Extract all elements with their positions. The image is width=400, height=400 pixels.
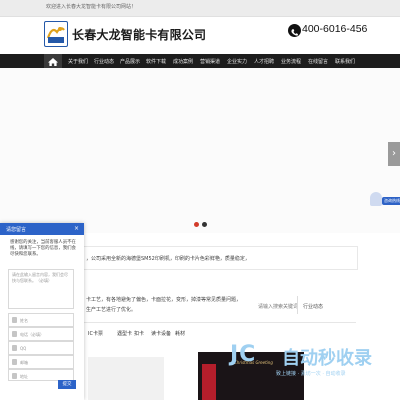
phone-icon xyxy=(12,331,17,337)
nav-item-channels[interactable]: 营销渠道 xyxy=(200,58,220,65)
qq-field[interactable]: QQ xyxy=(8,341,74,355)
trends-link[interactable]: 行业动态 xyxy=(303,303,323,310)
user-icon xyxy=(12,317,17,323)
tag-item[interactable]: 耗材 xyxy=(175,330,185,337)
nav-item-message[interactable]: 在线留言 xyxy=(308,58,328,65)
email-field[interactable]: 邮箱 xyxy=(8,355,74,369)
phone-field-placeholder: 电话（必填） xyxy=(20,332,44,337)
consult-label: 咨询热线 xyxy=(382,197,400,205)
site-header: 长春大龙智能卡有限公司 400-6016-456 xyxy=(0,17,400,53)
process-text: 卡工艺，有各地避免了偏色，卡面拉花，变形，掉漆等常见质量问题， xyxy=(86,297,242,303)
nav-item-process[interactable]: 业务流程 xyxy=(281,58,301,65)
phone-icon xyxy=(288,24,301,37)
submit-button[interactable]: 提交 xyxy=(58,380,76,389)
process-text-2: 生产工艺进行了优化。 xyxy=(86,307,137,313)
message-widget-header[interactable]: 请您留言 × xyxy=(0,223,84,235)
tag-item[interactable]: 扣卡 xyxy=(134,330,144,337)
nav-item-cases[interactable]: 成功案例 xyxy=(173,58,193,65)
nav-item-strength[interactable]: 企业实力 xyxy=(227,58,247,65)
nav-item-about[interactable]: 关于我们 xyxy=(68,58,88,65)
message-textarea[interactable]: 请在此输入留言内容，我们会尽快与您联系。（必填） xyxy=(8,269,74,309)
divider xyxy=(60,322,356,323)
close-icon[interactable]: × xyxy=(74,225,79,232)
message-widget-title: 请您留言 xyxy=(6,227,27,233)
welcome-text: 欢迎进入长春大龙智能卡有限公司网站！ xyxy=(46,4,137,10)
agent-avatar xyxy=(370,192,382,206)
hotline-consult-button[interactable]: 咨询热线 xyxy=(368,190,400,212)
product-image[interactable] xyxy=(88,357,164,400)
logo-emblem-icon xyxy=(46,27,65,43)
email-field-placeholder: 邮箱 xyxy=(20,360,28,365)
name-field[interactable]: 姓名 xyxy=(8,313,74,327)
phone-field[interactable]: 电话（必填） xyxy=(8,327,74,341)
welcome-bar: 欢迎进入长春大龙智能卡有限公司网站！ xyxy=(0,0,400,17)
nav-item-news[interactable]: 行业动态 xyxy=(94,58,114,65)
watermark-logo: JC xyxy=(230,342,257,367)
company-logo[interactable] xyxy=(44,21,68,47)
nav-item-products[interactable]: 产品展示 xyxy=(120,58,140,65)
name-field-placeholder: 姓名 xyxy=(20,318,28,323)
hotline-number: 400-6016-456 xyxy=(302,23,368,35)
qq-icon xyxy=(12,345,17,351)
main-nav: 关于我们 行业动态 产品展示 软件下载 成功案例 营销渠道 企业实力 人才招聘 … xyxy=(0,54,400,68)
message-widget: 请您留言 × 感谢您的关注，当前客服人员不在线，请填写一下您的信息，我们会尽快和… xyxy=(0,223,84,400)
search-input[interactable]: 请输入搜索关键词 xyxy=(258,303,298,310)
tag-item[interactable]: IC卡票 xyxy=(88,330,103,337)
tag-item[interactable]: 遇型卡 xyxy=(117,330,132,337)
qq-field-placeholder: QQ xyxy=(20,346,27,351)
address-field-placeholder: 地址 xyxy=(20,374,28,379)
watermark-title: 自动秒收录 xyxy=(282,348,372,369)
location-icon xyxy=(12,373,17,379)
nav-item-download[interactable]: 软件下载 xyxy=(146,58,166,65)
tag-item[interactable]: 读卡设备 xyxy=(151,330,171,337)
nav-item-contact[interactable]: 联系我们 xyxy=(335,58,355,65)
watermark: JC 自动秒收录 致上链接 · 素坊一次 · 自动收录 xyxy=(228,338,400,400)
slider-dot[interactable] xyxy=(202,222,207,227)
mail-icon xyxy=(12,359,17,365)
company-intro-text: ，公司采用全新的海德堡SM52印刷机，印刷的卡片色彩鲜艳，质量稳定， xyxy=(86,256,250,262)
nav-item-jobs[interactable]: 人才招聘 xyxy=(254,58,274,65)
nav-home[interactable] xyxy=(44,54,62,68)
hero-banner xyxy=(0,68,400,233)
message-intro: 感谢您的关注，当前客服人员不在线，请填写一下您的信息，我们会尽快和您联系。 xyxy=(10,240,76,257)
home-icon xyxy=(48,58,58,66)
product-card-art xyxy=(202,364,216,400)
slider-dot-active[interactable] xyxy=(194,222,199,227)
company-name[interactable]: 长春大龙智能卡有限公司 xyxy=(72,26,206,43)
slider-next-button[interactable]: › xyxy=(388,142,400,166)
divider xyxy=(297,296,298,314)
watermark-subtitle: 致上链接 · 素坊一次 · 自动收录 xyxy=(276,371,346,377)
